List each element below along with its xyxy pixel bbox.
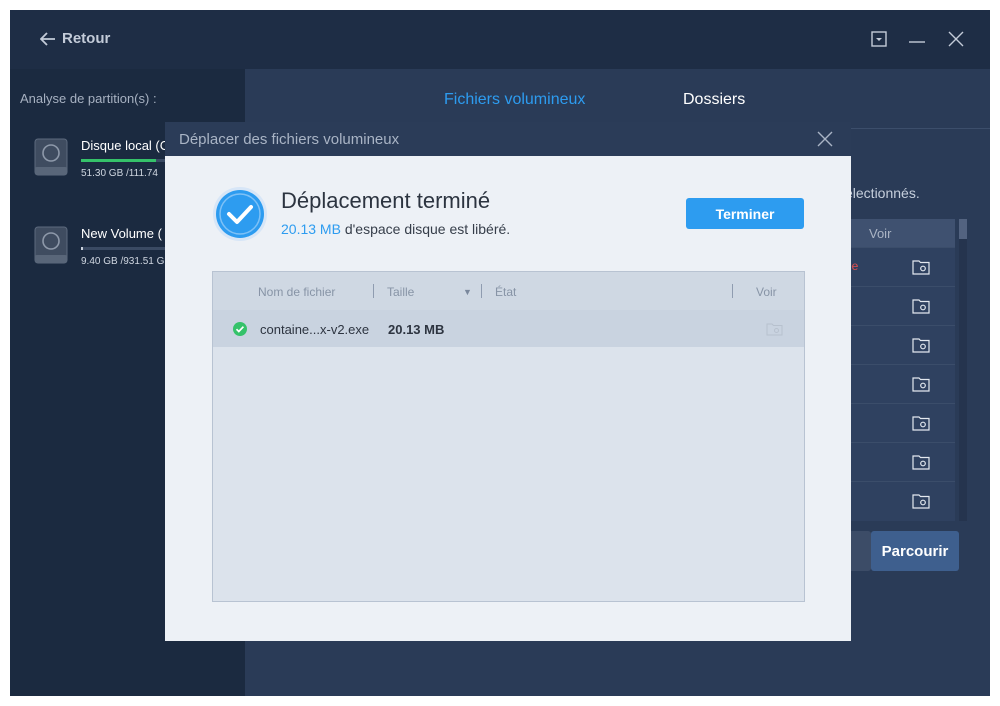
scrollbar-thumb[interactable]: [959, 219, 967, 239]
table-row[interactable]: [845, 325, 955, 364]
dialog-title-bar: Déplacer des fichiers volumineux: [165, 122, 851, 156]
column-header-state[interactable]: État: [495, 285, 516, 299]
freed-space-text: 20.13 MB d'espace disque est libéré.: [281, 221, 510, 237]
column-divider: [732, 284, 733, 298]
folder-view-icon[interactable]: [912, 259, 930, 275]
arrow-left-icon: [40, 31, 55, 46]
disk-usage-fill: [81, 247, 83, 250]
finish-button[interactable]: Terminer: [686, 198, 804, 229]
freed-label: d'espace disque est libéré.: [340, 221, 511, 237]
dialog-title: Déplacer des fichiers volumineux: [179, 131, 400, 148]
table-row[interactable]: [845, 364, 955, 403]
selection-summary: électionnés.: [845, 185, 920, 201]
app-window: Retour Analyse de partition(s) : Disque …: [10, 10, 990, 696]
table-header: Nom de fichier Taille ▼ État Voir: [213, 272, 804, 310]
folder-view-icon[interactable]: [912, 376, 930, 392]
title-bar: Retour: [10, 10, 990, 69]
table-header: Voir: [845, 219, 955, 247]
check-circle-icon: [233, 322, 247, 336]
folder-view-icon[interactable]: [766, 322, 783, 336]
column-divider: [481, 284, 482, 298]
minimize-icon[interactable]: [906, 28, 928, 50]
disk-name: New Volume (: [81, 226, 162, 241]
column-header-view: Voir: [756, 285, 777, 299]
file-size: 20.13 MB: [388, 322, 445, 337]
tab-large-files[interactable]: Fichiers volumineux: [444, 91, 585, 109]
tab-folders[interactable]: Dossiers: [683, 91, 745, 109]
sort-down-icon[interactable]: ▼: [463, 287, 472, 297]
disk-usage-fill: [81, 159, 157, 162]
folder-view-icon[interactable]: [912, 298, 930, 314]
folder-view-icon[interactable]: [912, 337, 930, 353]
disk-name: Disque local (C: [81, 138, 170, 153]
dialog-heading: Déplacement terminé: [281, 188, 491, 213]
dropdown-menu-icon[interactable]: [868, 28, 890, 50]
hard-drive-icon: [34, 226, 68, 264]
column-divider: [373, 284, 374, 298]
table-row[interactable]: [845, 403, 955, 442]
table-row[interactable]: [845, 247, 955, 286]
browse-button[interactable]: Parcourir: [871, 531, 959, 571]
success-check-icon: [213, 187, 267, 241]
close-window-icon[interactable]: [945, 28, 967, 50]
folder-view-icon[interactable]: [912, 493, 930, 509]
back-button[interactable]: Retour: [40, 30, 110, 47]
table-row[interactable]: containe...x-v2.exe 20.13 MB: [213, 310, 804, 347]
table-row[interactable]: [845, 286, 955, 325]
column-view-header: Voir: [869, 226, 892, 241]
table-scrollbar[interactable]: [959, 219, 967, 521]
secondary-button[interactable]: [849, 531, 871, 571]
moved-files-table: Nom de fichier Taille ▼ État Voir contai…: [212, 271, 805, 602]
close-icon[interactable]: [817, 131, 833, 147]
folder-view-icon[interactable]: [912, 454, 930, 470]
disk-size: 51.30 GB /111.74: [81, 168, 158, 179]
hard-drive-icon: [34, 138, 68, 176]
table-row[interactable]: [845, 481, 955, 520]
folder-view-icon[interactable]: [912, 415, 930, 431]
sidebar-title: Analyse de partition(s) :: [20, 91, 157, 106]
disk-size: 9.40 GB /931.51 G: [81, 256, 165, 267]
table-row[interactable]: [845, 442, 955, 481]
column-header-name[interactable]: Nom de fichier: [258, 285, 335, 299]
back-label: Retour: [62, 30, 111, 47]
column-header-size[interactable]: Taille: [387, 285, 414, 299]
move-files-dialog: Déplacer des fichiers volumineux Déplace…: [165, 122, 851, 641]
file-results-table: Voir: [845, 219, 955, 521]
freed-amount: 20.13 MB: [281, 221, 341, 237]
file-name: containe...x-v2.exe: [260, 322, 370, 337]
